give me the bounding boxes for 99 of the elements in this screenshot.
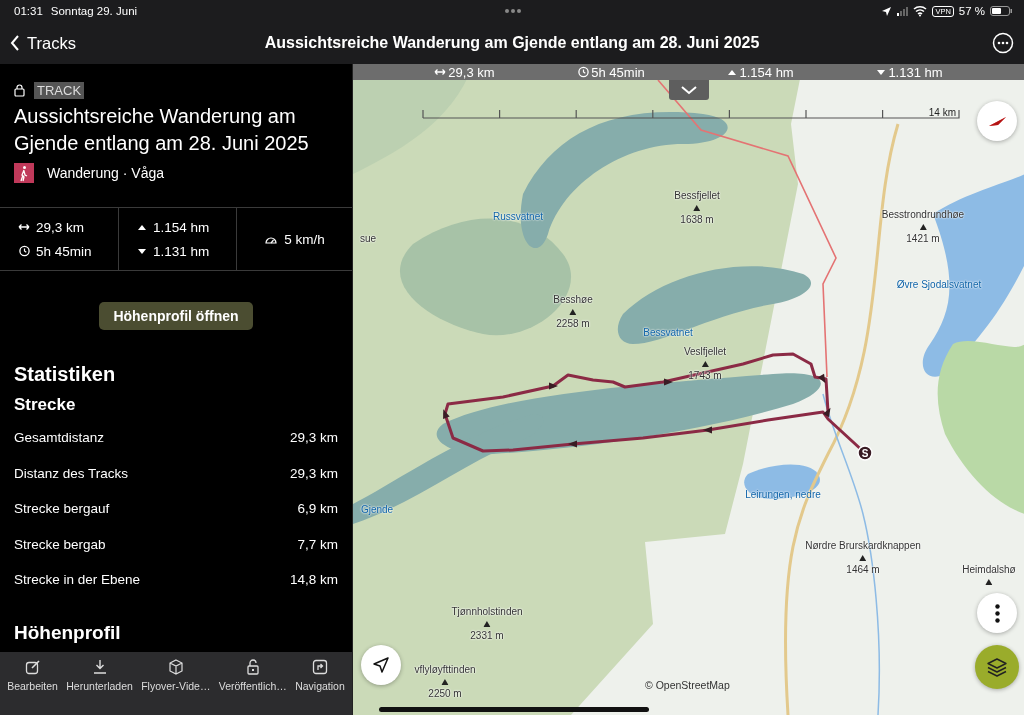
section-heading: Statistiken <box>14 362 117 386</box>
cube-icon <box>167 659 184 675</box>
elevation-profile-button[interactable]: Höhenprofil öffnen <box>99 302 253 330</box>
map-attribution: © OpenStreetMap <box>645 679 730 691</box>
layers-button[interactable] <box>975 645 1019 689</box>
location-arrow-icon <box>881 5 893 17</box>
toolbar-button[interactable]: Veröffentlich… <box>218 652 287 692</box>
turn-sign-icon <box>312 659 328 675</box>
section-heading: Höhenprofil <box>14 621 122 644</box>
peak-name: Veslfjellet <box>683 346 727 358</box>
more-options-icon[interactable] <box>992 32 1014 54</box>
stat-value: 29,3 km <box>289 430 338 446</box>
lake-name: Russvatnet <box>493 211 543 223</box>
status-date: Sonntag 29. Juni <box>50 5 138 17</box>
toolbar-button[interactable]: Navigation <box>295 652 345 692</box>
place-name: sue <box>360 233 377 245</box>
peak-triangle-icon <box>569 309 577 315</box>
chevron-down-icon <box>681 85 697 95</box>
direction-arrow-icon <box>664 378 673 386</box>
peak-elevation: 2331 m <box>470 630 504 642</box>
lock-icon <box>14 84 25 97</box>
collapse-button[interactable] <box>669 80 709 100</box>
double-arrow-icon <box>434 67 447 77</box>
toolbar-button[interactable]: Bearbeiten <box>7 652 58 692</box>
stat-value: 29,3 km <box>36 219 85 235</box>
clock-icon <box>18 245 30 257</box>
peak-name: Besshøe <box>553 294 593 306</box>
direction-arrow-icon <box>822 407 831 418</box>
clock-icon <box>577 66 590 78</box>
summary-value: 1.154 hm <box>739 64 794 80</box>
vertical-dots-icon <box>994 603 1000 623</box>
navigation-arrow-icon <box>373 657 389 673</box>
back-button[interactable]: Tracks <box>10 33 76 53</box>
stat-label: Gesamtdistanz <box>14 430 105 446</box>
track-title: Aussichtsreiche Wanderung am Gjende entlang am 28. Juni 2025 <box>264 34 760 52</box>
stat-label: Strecke in der Ebene <box>14 572 141 588</box>
peak-triangle-icon <box>919 224 927 230</box>
peak-name: Heimdalshø <box>962 564 1016 576</box>
summary-value: 29,3 km <box>448 64 495 80</box>
direction-arrow-icon <box>549 382 558 390</box>
track-heading: Aussichtsreiche Wanderung am Gjende entlang am 28. Juni 2025 <box>14 104 310 156</box>
peak-name: Nørdre Brurskardknappen <box>805 540 921 552</box>
stat-value: 14,8 km <box>289 572 338 588</box>
peak-triangle-icon <box>483 621 491 627</box>
layers-icon <box>987 657 1007 677</box>
double-arrow-icon <box>18 222 30 232</box>
track-badge: TRACK <box>34 82 85 99</box>
peak-elevation: 1638 m <box>680 214 714 226</box>
scale-label: 14 km <box>928 107 956 118</box>
stat-label: Strecke bergab <box>14 536 106 552</box>
peak-triangle-icon <box>701 361 709 367</box>
peak-triangle-icon <box>693 205 701 211</box>
hiking-icon <box>14 163 34 183</box>
stat-value: 1.154 hm <box>153 219 210 235</box>
stat-label: Strecke bergauf <box>14 501 110 517</box>
activity-text: Wanderung · Våga <box>47 165 164 181</box>
stat-value: 7,7 km <box>297 536 338 552</box>
peak-name: Tjønnholstinden <box>451 606 523 618</box>
down-triangle-icon <box>137 246 147 256</box>
stat-value: 1.131 hm <box>153 243 210 259</box>
peak-elevation: 2250 m <box>428 688 462 700</box>
summary-value: 5h 45min <box>591 64 645 80</box>
peak-name: Bessfjellet <box>674 190 720 202</box>
battery-icon <box>990 6 1012 16</box>
status-time: 01:31 <box>14 5 43 17</box>
stat-value: 5 km/h <box>284 231 325 247</box>
peak-triangle-icon <box>859 555 867 561</box>
battery-percent: 57 % <box>958 5 985 17</box>
peak-triangle-icon <box>985 579 993 585</box>
peak-elevation: 1421 m <box>906 233 940 245</box>
peak-elevation: 1464 m <box>846 564 880 576</box>
down-triangle-icon <box>876 67 887 77</box>
compass-button[interactable] <box>977 101 1017 141</box>
direction-arrow-icon <box>703 426 712 434</box>
direction-arrow-icon <box>817 373 826 384</box>
more-button[interactable] <box>977 593 1017 633</box>
multitasking-dots-icon[interactable] <box>504 8 522 14</box>
peak-name: vflyløyfttinden <box>414 664 476 676</box>
toolbar-button[interactable]: Herunterladen <box>66 652 133 692</box>
lake-name: Gjende <box>360 504 394 516</box>
unlocked-lock-icon <box>244 659 261 675</box>
stat-value: 29,3 km <box>289 465 338 481</box>
peak-triangle-icon <box>441 679 449 685</box>
stat-value: 6,9 km <box>297 501 338 517</box>
stat-label: Distanz des Tracks <box>14 465 129 481</box>
edit-icon <box>24 659 41 675</box>
stat-value: 5h 45min <box>36 243 92 259</box>
wifi-icon <box>913 5 928 17</box>
peak-name: Besstrondrundhøe <box>881 209 965 221</box>
peak-elevation: 2258 m <box>556 318 590 330</box>
direction-arrow-icon <box>443 409 450 419</box>
signal-icon <box>897 6 909 16</box>
subsection-heading: Strecke <box>14 394 77 416</box>
download-icon <box>91 659 108 675</box>
start-marker[interactable]: S <box>857 445 873 461</box>
summary-value: 1.131 hm <box>888 64 943 80</box>
toolbar-button[interactable]: Flyover-Vide… <box>141 652 211 692</box>
chevron-left-icon <box>10 35 20 51</box>
direction-arrow-icon <box>568 440 577 448</box>
